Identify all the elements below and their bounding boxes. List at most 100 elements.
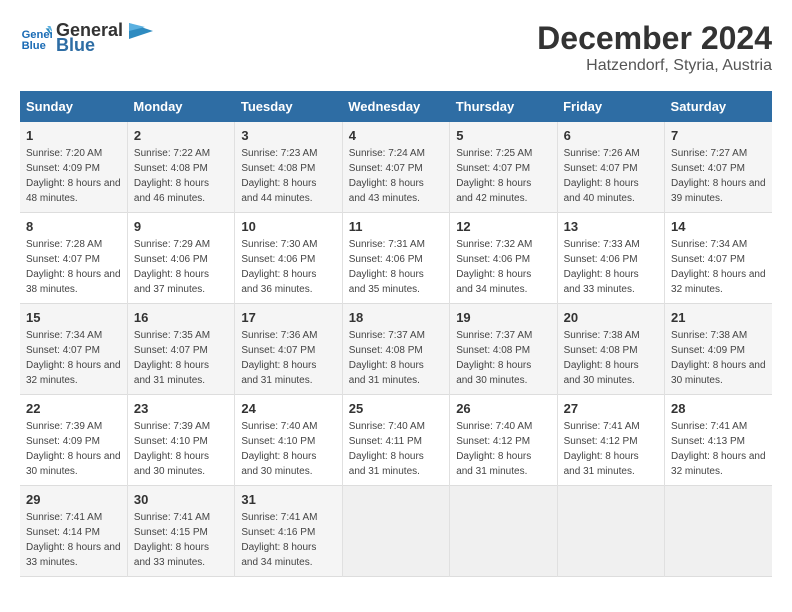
- svg-text:General: General: [22, 29, 52, 41]
- weekday-header: Saturday: [665, 91, 772, 122]
- calendar-cell: 21 Sunrise: 7:38 AM Sunset: 4:09 PM Dayl…: [665, 304, 772, 395]
- day-info: Sunrise: 7:24 AM Sunset: 4:07 PM Dayligh…: [349, 146, 443, 206]
- logo: General Blue General Blue: [20, 20, 153, 56]
- day-info: Sunrise: 7:29 AM Sunset: 4:06 PM Dayligh…: [134, 237, 228, 297]
- day-number: 29: [26, 492, 121, 507]
- day-number: 20: [564, 310, 658, 325]
- weekday-header: Tuesday: [235, 91, 342, 122]
- day-number: 1: [26, 128, 121, 143]
- day-info: Sunrise: 7:37 AM Sunset: 4:08 PM Dayligh…: [349, 328, 443, 388]
- day-number: 7: [671, 128, 766, 143]
- calendar-table: SundayMondayTuesdayWednesdayThursdayFrid…: [20, 91, 772, 577]
- calendar-cell: 12 Sunrise: 7:32 AM Sunset: 4:06 PM Dayl…: [450, 213, 557, 304]
- day-info: Sunrise: 7:41 AM Sunset: 4:14 PM Dayligh…: [26, 510, 121, 570]
- weekday-header: Monday: [127, 91, 234, 122]
- day-info: Sunrise: 7:40 AM Sunset: 4:11 PM Dayligh…: [349, 419, 443, 479]
- weekday-header-row: SundayMondayTuesdayWednesdayThursdayFrid…: [20, 91, 772, 122]
- calendar-cell: 4 Sunrise: 7:24 AM Sunset: 4:07 PM Dayli…: [342, 122, 449, 213]
- calendar-cell: 14 Sunrise: 7:34 AM Sunset: 4:07 PM Dayl…: [665, 213, 772, 304]
- day-info: Sunrise: 7:30 AM Sunset: 4:06 PM Dayligh…: [241, 237, 335, 297]
- title-section: December 2024 Hatzendorf, Styria, Austri…: [537, 20, 772, 75]
- page-header: General Blue General Blue December 2024 …: [20, 20, 772, 75]
- calendar-cell: 11 Sunrise: 7:31 AM Sunset: 4:06 PM Dayl…: [342, 213, 449, 304]
- day-info: Sunrise: 7:20 AM Sunset: 4:09 PM Dayligh…: [26, 146, 121, 206]
- day-info: Sunrise: 7:31 AM Sunset: 4:06 PM Dayligh…: [349, 237, 443, 297]
- day-number: 19: [456, 310, 550, 325]
- day-info: Sunrise: 7:36 AM Sunset: 4:07 PM Dayligh…: [241, 328, 335, 388]
- svg-text:Blue: Blue: [22, 40, 46, 52]
- day-number: 4: [349, 128, 443, 143]
- calendar-cell: 7 Sunrise: 7:27 AM Sunset: 4:07 PM Dayli…: [665, 122, 772, 213]
- calendar-cell: 17 Sunrise: 7:36 AM Sunset: 4:07 PM Dayl…: [235, 304, 342, 395]
- calendar-cell: [557, 486, 664, 577]
- day-number: 28: [671, 401, 766, 416]
- calendar-cell: 23 Sunrise: 7:39 AM Sunset: 4:10 PM Dayl…: [127, 395, 234, 486]
- day-info: Sunrise: 7:41 AM Sunset: 4:12 PM Dayligh…: [564, 419, 658, 479]
- day-number: 9: [134, 219, 228, 234]
- day-number: 27: [564, 401, 658, 416]
- calendar-cell: 13 Sunrise: 7:33 AM Sunset: 4:06 PM Dayl…: [557, 213, 664, 304]
- day-number: 16: [134, 310, 228, 325]
- calendar-cell: 20 Sunrise: 7:38 AM Sunset: 4:08 PM Dayl…: [557, 304, 664, 395]
- calendar-cell: 19 Sunrise: 7:37 AM Sunset: 4:08 PM Dayl…: [450, 304, 557, 395]
- day-info: Sunrise: 7:41 AM Sunset: 4:16 PM Dayligh…: [241, 510, 335, 570]
- day-number: 14: [671, 219, 766, 234]
- day-info: Sunrise: 7:39 AM Sunset: 4:09 PM Dayligh…: [26, 419, 121, 479]
- calendar-cell: [665, 486, 772, 577]
- day-number: 13: [564, 219, 658, 234]
- calendar-cell: 31 Sunrise: 7:41 AM Sunset: 4:16 PM Dayl…: [235, 486, 342, 577]
- day-info: Sunrise: 7:35 AM Sunset: 4:07 PM Dayligh…: [134, 328, 228, 388]
- day-number: 18: [349, 310, 443, 325]
- calendar-cell: 2 Sunrise: 7:22 AM Sunset: 4:08 PM Dayli…: [127, 122, 234, 213]
- calendar-cell: 16 Sunrise: 7:35 AM Sunset: 4:07 PM Dayl…: [127, 304, 234, 395]
- logo-flag-icon: [125, 21, 153, 41]
- calendar-cell: 5 Sunrise: 7:25 AM Sunset: 4:07 PM Dayli…: [450, 122, 557, 213]
- calendar-cell: [342, 486, 449, 577]
- day-number: 12: [456, 219, 550, 234]
- day-number: 26: [456, 401, 550, 416]
- calendar-cell: 30 Sunrise: 7:41 AM Sunset: 4:15 PM Dayl…: [127, 486, 234, 577]
- day-number: 25: [349, 401, 443, 416]
- calendar-cell: 6 Sunrise: 7:26 AM Sunset: 4:07 PM Dayli…: [557, 122, 664, 213]
- calendar-week-row: 15 Sunrise: 7:34 AM Sunset: 4:07 PM Dayl…: [20, 304, 772, 395]
- day-number: 11: [349, 219, 443, 234]
- calendar-cell: 10 Sunrise: 7:30 AM Sunset: 4:06 PM Dayl…: [235, 213, 342, 304]
- day-number: 2: [134, 128, 228, 143]
- day-number: 3: [241, 128, 335, 143]
- weekday-header: Friday: [557, 91, 664, 122]
- day-info: Sunrise: 7:34 AM Sunset: 4:07 PM Dayligh…: [671, 237, 766, 297]
- calendar-cell: 9 Sunrise: 7:29 AM Sunset: 4:06 PM Dayli…: [127, 213, 234, 304]
- calendar-cell: 27 Sunrise: 7:41 AM Sunset: 4:12 PM Dayl…: [557, 395, 664, 486]
- day-number: 17: [241, 310, 335, 325]
- calendar-cell: 1 Sunrise: 7:20 AM Sunset: 4:09 PM Dayli…: [20, 122, 127, 213]
- day-info: Sunrise: 7:33 AM Sunset: 4:06 PM Dayligh…: [564, 237, 658, 297]
- day-number: 6: [564, 128, 658, 143]
- location: Hatzendorf, Styria, Austria: [537, 57, 772, 75]
- day-info: Sunrise: 7:28 AM Sunset: 4:07 PM Dayligh…: [26, 237, 121, 297]
- calendar-cell: [450, 486, 557, 577]
- day-number: 10: [241, 219, 335, 234]
- day-info: Sunrise: 7:27 AM Sunset: 4:07 PM Dayligh…: [671, 146, 766, 206]
- day-number: 21: [671, 310, 766, 325]
- day-number: 31: [241, 492, 335, 507]
- calendar-cell: 3 Sunrise: 7:23 AM Sunset: 4:08 PM Dayli…: [235, 122, 342, 213]
- calendar-cell: 22 Sunrise: 7:39 AM Sunset: 4:09 PM Dayl…: [20, 395, 127, 486]
- calendar-week-row: 8 Sunrise: 7:28 AM Sunset: 4:07 PM Dayli…: [20, 213, 772, 304]
- day-number: 5: [456, 128, 550, 143]
- calendar-cell: 8 Sunrise: 7:28 AM Sunset: 4:07 PM Dayli…: [20, 213, 127, 304]
- calendar-cell: 25 Sunrise: 7:40 AM Sunset: 4:11 PM Dayl…: [342, 395, 449, 486]
- weekday-header: Thursday: [450, 91, 557, 122]
- calendar-cell: 15 Sunrise: 7:34 AM Sunset: 4:07 PM Dayl…: [20, 304, 127, 395]
- day-info: Sunrise: 7:22 AM Sunset: 4:08 PM Dayligh…: [134, 146, 228, 206]
- calendar-week-row: 22 Sunrise: 7:39 AM Sunset: 4:09 PM Dayl…: [20, 395, 772, 486]
- month-title: December 2024: [537, 20, 772, 57]
- day-info: Sunrise: 7:40 AM Sunset: 4:10 PM Dayligh…: [241, 419, 335, 479]
- day-number: 23: [134, 401, 228, 416]
- day-number: 15: [26, 310, 121, 325]
- day-info: Sunrise: 7:40 AM Sunset: 4:12 PM Dayligh…: [456, 419, 550, 479]
- day-info: Sunrise: 7:38 AM Sunset: 4:09 PM Dayligh…: [671, 328, 766, 388]
- day-info: Sunrise: 7:39 AM Sunset: 4:10 PM Dayligh…: [134, 419, 228, 479]
- logo-icon: General Blue: [20, 22, 52, 54]
- day-info: Sunrise: 7:32 AM Sunset: 4:06 PM Dayligh…: [456, 237, 550, 297]
- calendar-week-row: 1 Sunrise: 7:20 AM Sunset: 4:09 PM Dayli…: [20, 122, 772, 213]
